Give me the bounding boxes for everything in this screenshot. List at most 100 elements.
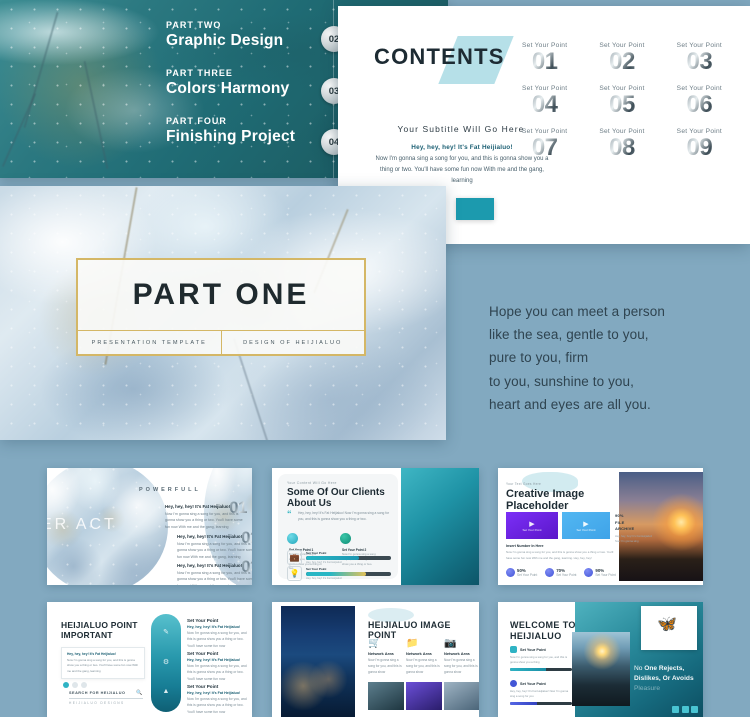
image-point-column[interactable]: 📷 Network Area Now I'm gonna sing a song… [444, 638, 479, 675]
point-search-label: SEARCH FOR HEIJIALUO [69, 691, 126, 695]
agenda-item-kicker: PART FOUR [166, 116, 227, 126]
point-accent-pill: ✎ ⚙ ▲ [151, 614, 181, 712]
thumbnail-heijialuo-point[interactable]: HEIJIALUO POINT IMPORTANT Hey, hey, hey!… [47, 602, 252, 717]
camera-icon: 📷 [444, 638, 457, 649]
part-one-title-card: PART ONE PRESENTATION TEMPLATE DESIGN OF… [76, 258, 366, 356]
powerfull-kicker: POWERFULL [139, 487, 201, 493]
contents-point-item[interactable]: Set Your Point 03 [661, 42, 738, 74]
welcome-row-body: Now I'm gonna sing a song for you, and t… [510, 655, 568, 665]
image-point-column[interactable]: 📁 Network Area Now I'm gonna sing a song… [406, 638, 442, 675]
creative-title: Creative Image Placeholder [506, 488, 585, 513]
contents-points-grid: Set Your Point 01 Set Your Point 02 Set … [506, 42, 738, 160]
powerfull-item[interactable]: 03 Hey, hey, hey! It's Fat Heijialuo! No… [177, 557, 252, 585]
contents-point-item[interactable]: Set Your Point 02 [583, 42, 660, 74]
play-icon: ▶ [529, 520, 535, 528]
pagination-dot-active[interactable] [63, 682, 69, 688]
point-item[interactable]: Set Your Point Hey, hey, hey! It's Fat H… [187, 684, 251, 715]
clients-title: Some Of Our Clients About Us [287, 487, 385, 510]
clients-progress-fill [306, 556, 359, 560]
welcome-social-row[interactable] [672, 706, 698, 713]
creative-section: Insert Number In Here Now I'm gonna sing… [506, 544, 614, 561]
creative-stat-caption: Set Your Point [556, 573, 577, 577]
point-item[interactable]: Set Your Point Hey, hey, hey! It's Fat H… [187, 618, 251, 649]
contents-point-number: 02 [583, 50, 660, 74]
clients-quote-text: Hey, hey, hey! It's Fat Heijialuo! Now I… [298, 511, 390, 522]
quote-line: pure to you, firm [489, 350, 589, 366]
welcome-progress-track [510, 668, 572, 672]
quote-block: Hope you can meet a person like the sea,… [489, 300, 741, 416]
point-search-field[interactable]: SEARCH FOR HEIJIALUO 🔍 [69, 690, 143, 699]
clients-bar-label: Set Your Point [306, 550, 327, 555]
contents-point-item[interactable]: Set Your Point 09 [661, 128, 738, 160]
image-point-tile[interactable] [444, 682, 479, 710]
butterfly-icon: 🦋 [657, 616, 677, 633]
creative-stat[interactable]: 70% Set Your Point [545, 568, 576, 577]
point-item-label: Set Your Point [187, 618, 219, 623]
powerfull-item[interactable]: 01 Hey, hey, hey! It's Fat Heijialuo! No… [165, 498, 247, 530]
thumbnail-image-point[interactable]: HEIJIALUO IMAGE POINT 🛒 Network Area Now… [272, 602, 479, 717]
clients-eyebrow: Your Content Will Go Here [287, 481, 337, 485]
creative-card-blue[interactable]: ▶ Set Your Point [562, 512, 610, 539]
magnifier-icon[interactable]: 🔍 [136, 690, 143, 696]
welcome-row-label: Set Your Point [520, 647, 546, 652]
contents-point-item[interactable]: Set Your Point 04 [506, 85, 583, 117]
contents-point-number: 04 [506, 93, 583, 117]
agenda-item-kicker: PART THREE [166, 68, 233, 78]
instagram-icon[interactable] [691, 706, 698, 713]
thumbnail-welcome[interactable]: WELCOME TO HEIJIALUO Set Your Point Now … [498, 602, 703, 717]
thumbnail-clients[interactable]: Your Content Will Go Here Some Of Our Cl… [272, 468, 479, 585]
image-point-tile[interactable] [368, 682, 404, 710]
creative-stat[interactable]: 50% Set Your Point [506, 568, 537, 577]
powerfull-item-number: 02 [241, 528, 252, 548]
agenda-item[interactable]: PART FOUR Finishing Project [166, 116, 295, 146]
creative-card-purple[interactable]: ▶ Set Your Point [506, 512, 558, 539]
welcome-quote-c: Pleasure [634, 684, 661, 692]
clients-bar-caption: Hey, hey, hey! It's Fat Heijialuo! [306, 561, 343, 565]
point-item[interactable]: Set Your Point Hey, hey, hey! It's Fat H… [187, 651, 251, 682]
contents-point-item[interactable]: Set Your Point 08 [583, 128, 660, 160]
image-point-tile[interactable] [406, 682, 442, 710]
stat-dot-icon [584, 568, 594, 577]
pagination-dot[interactable] [72, 682, 78, 688]
thumbnail-powerfull[interactable]: ER ACT POWERFULL 01 Hey, hey, hey! It's … [47, 468, 252, 585]
contents-point-number: 06 [661, 93, 738, 117]
clients-progress-row[interactable]: 💼 Set Your Point Hey, hey, hey! It's Fat… [287, 550, 391, 565]
creative-meta-line: FILE [615, 519, 625, 525]
image-point-column[interactable]: 🛒 Network Area Now I'm gonna sing a song… [368, 638, 404, 675]
contents-accent-button[interactable] [456, 198, 494, 220]
agenda-item-title: Colors Harmony [166, 80, 290, 97]
welcome-row-label: Set Your Point [520, 681, 546, 686]
point-item-lead: Hey, hey, hey! It's Fat Heijialuo! [187, 691, 241, 695]
creative-stat[interactable]: 90% Set Your Point [584, 568, 616, 577]
gear-icon: ⚙ [162, 659, 170, 666]
contents-point-item[interactable]: Set Your Point 06 [661, 85, 738, 117]
quote-line: heart and eyes are all you. [489, 396, 651, 412]
twitter-icon[interactable] [681, 706, 689, 713]
point-title: HEIJIALUO POINT IMPORTANT [61, 620, 138, 641]
welcome-row[interactable]: Set Your Point Now I'm gonna sing a song… [510, 646, 572, 672]
agenda-list: PART TWO Graphic Design PART THREE Color… [166, 20, 295, 164]
stat-dot-icon [506, 568, 515, 577]
image-point-column-label: Network Area [444, 651, 470, 656]
welcome-forest-photo [572, 632, 630, 706]
pagination-dot[interactable] [81, 682, 87, 688]
creative-meta: 90% FILE ARCHIVE Hey, hey, hey! It's Fat… [615, 513, 655, 545]
facebook-icon[interactable] [672, 706, 679, 713]
contents-point-item[interactable]: Set Your Point 07 [506, 128, 583, 160]
clients-progress-track [306, 556, 391, 560]
presentation-preview-canvas: PART TWO Graphic Design PART THREE Color… [0, 0, 750, 717]
contents-point-item[interactable]: Set Your Point 05 [583, 85, 660, 117]
cart-icon: 🛒 [368, 638, 381, 649]
agenda-item[interactable]: PART THREE Colors Harmony [166, 68, 295, 98]
thumbnail-creative[interactable]: Your Text Goes Here Creative Image Place… [498, 468, 703, 585]
welcome-row[interactable]: Set Your Point Hey, hey, hey! It's Fat H… [510, 680, 572, 706]
feature-dot-icon [287, 533, 298, 545]
contents-point-number: 08 [583, 136, 660, 160]
point-pagination-dots[interactable] [63, 682, 87, 688]
image-point-column-label: Network Area [406, 651, 432, 656]
clients-progress-row[interactable]: 💡 Set Your Point Hey, hey, hey! It's Fat… [287, 566, 391, 581]
contents-point-number: 05 [583, 93, 660, 117]
image-point-column-body: Now I'm gonna sing a song for you, and t… [406, 658, 440, 674]
agenda-item[interactable]: PART TWO Graphic Design [166, 20, 295, 50]
slide-part-one[interactable]: PART ONE PRESENTATION TEMPLATE DESIGN OF… [0, 186, 446, 440]
